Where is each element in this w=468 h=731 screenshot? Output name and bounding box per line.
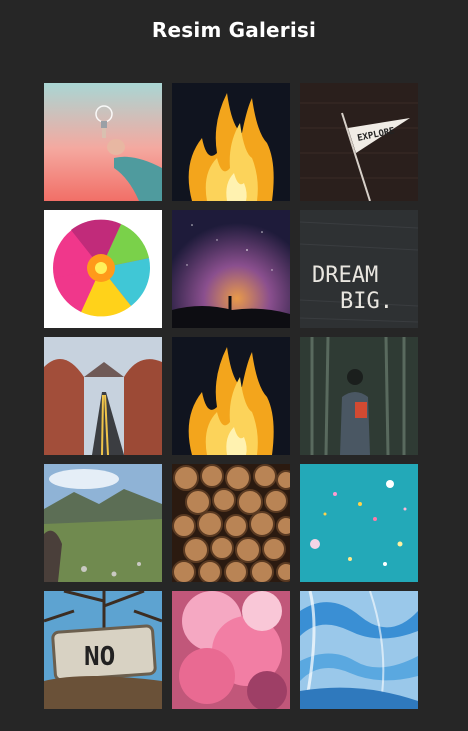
image-gallery-grid: EXPLORE DREAM BIG. NO bbox=[44, 83, 418, 709]
confetti-water-image bbox=[300, 464, 418, 582]
gallery-item-blue-marble[interactable] bbox=[300, 591, 418, 709]
no-sign-text: NO bbox=[84, 642, 115, 672]
gallery-item-road[interactable] bbox=[44, 337, 162, 455]
dream-text: DREAM bbox=[312, 263, 378, 288]
milky-way-image bbox=[172, 210, 290, 328]
gallery-item-meadow[interactable] bbox=[44, 464, 162, 582]
mountain-meadow-image bbox=[44, 464, 162, 582]
lightbulb-image bbox=[44, 83, 162, 201]
gallery-item-pink-smoke[interactable] bbox=[172, 591, 290, 709]
gallery-item-forest[interactable] bbox=[300, 337, 418, 455]
page-title: Resim Galerisi bbox=[151, 18, 317, 42]
firewood-logs-image bbox=[172, 464, 290, 582]
gallery-item-lightbulb[interactable] bbox=[44, 83, 162, 201]
gallery-item-explore[interactable]: EXPLORE bbox=[300, 83, 418, 201]
gallery-item-confetti[interactable] bbox=[300, 464, 418, 582]
big-text: BIG. bbox=[340, 289, 393, 314]
no-sign-image: NO bbox=[44, 591, 162, 709]
gallery-item-no-sign[interactable]: NO bbox=[44, 591, 162, 709]
forest-person-image bbox=[300, 337, 418, 455]
fire-image bbox=[172, 83, 290, 201]
desert-road-image bbox=[44, 337, 162, 455]
gallery-item-dream-big[interactable]: DREAM BIG. bbox=[300, 210, 418, 328]
flower-image bbox=[44, 210, 162, 328]
gallery-item-fire-2[interactable] bbox=[172, 337, 290, 455]
gallery-item-logs[interactable] bbox=[172, 464, 290, 582]
explore-flag-image: EXPLORE bbox=[300, 83, 418, 201]
pink-smoke-image bbox=[172, 591, 290, 709]
dream-big-image: DREAM BIG. bbox=[300, 210, 418, 328]
gallery-item-fire[interactable] bbox=[172, 83, 290, 201]
gallery-item-milky-way[interactable] bbox=[172, 210, 290, 328]
fire-image-2 bbox=[172, 337, 290, 455]
gallery-item-flower[interactable] bbox=[44, 210, 162, 328]
blue-marble-image bbox=[300, 591, 418, 709]
